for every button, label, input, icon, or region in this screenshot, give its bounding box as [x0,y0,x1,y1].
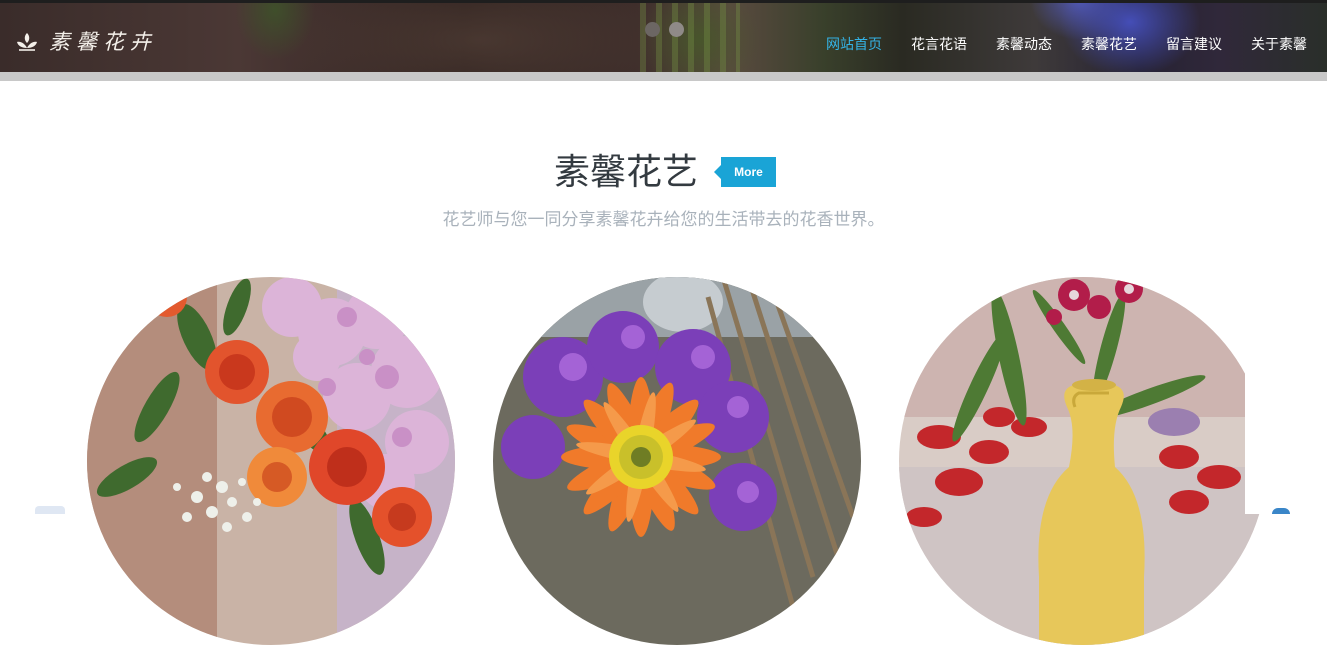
nav-flower-language[interactable]: 花言花语 [911,34,967,54]
lotus-logo-icon [17,33,37,51]
next-arrow-icon[interactable] [1272,508,1290,514]
header-top-border [0,0,1327,3]
gallery-item-rose-bouquet[interactable] [87,277,455,645]
slider-dot-1[interactable] [645,22,660,37]
site-logo[interactable]: 素馨花卉 [15,26,157,56]
site-header: 素馨花卉 网站首页 花言花语 素馨动态 素馨花艺 留言建议 关于素馨 [0,0,1327,72]
logo-text: 素馨花卉 [49,30,157,54]
main-nav: 网站首页 花言花语 素馨动态 素馨花艺 留言建议 关于素馨 [797,34,1307,54]
gerbera-photo [493,277,861,645]
slider-dot-2[interactable] [669,22,684,37]
gallery-item-vase-flowers[interactable] [899,277,1267,645]
rose-bouquet-photo [87,277,455,645]
gallery-right-mask [1245,260,1327,514]
nav-guestbook[interactable]: 留言建议 [1166,34,1222,54]
section-heading: 素馨花艺 More [0,150,1327,200]
gallery-item-gerbera[interactable] [493,277,861,645]
nav-about[interactable]: 关于素馨 [1251,34,1307,54]
slider-dots [645,22,684,37]
section-title: 素馨花艺 [554,151,699,192]
nav-floral-art[interactable]: 素馨花艺 [1081,34,1137,54]
vase-flower-photo [899,277,1267,645]
prev-arrow-icon[interactable] [35,506,65,514]
nav-home[interactable]: 网站首页 [826,34,882,54]
nav-news[interactable]: 素馨动态 [996,34,1052,54]
more-button[interactable]: More [714,157,776,187]
section-subtitle: 花艺师与您一同分享素馨花卉给您的生活带去的花香世界。 [442,210,885,229]
header-bottom-bar [0,72,1327,81]
